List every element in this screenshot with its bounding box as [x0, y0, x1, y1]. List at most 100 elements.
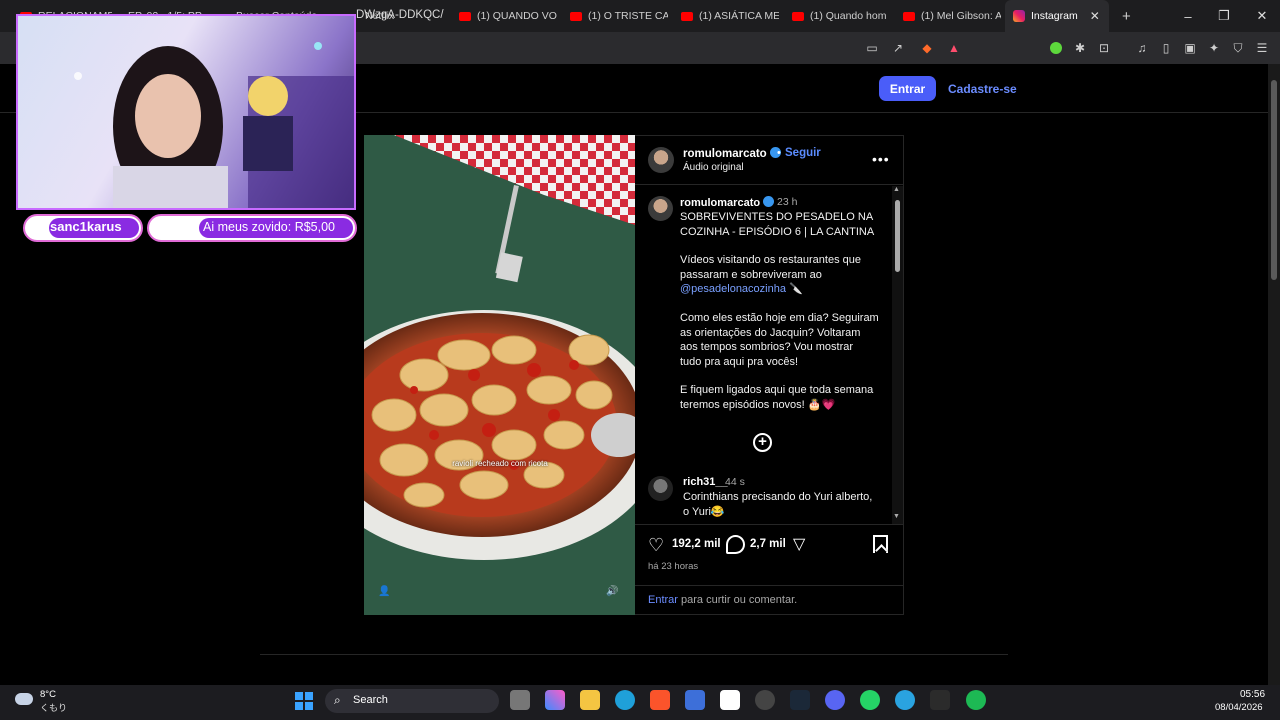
cast-icon[interactable]: ▭ — [864, 40, 880, 56]
brave-rewards-icon[interactable]: ▲ — [946, 40, 962, 56]
clock-time[interactable]: 05:56 — [1240, 689, 1265, 700]
browser-tab[interactable]: (1) Mel Gibson: A — [895, 0, 1001, 32]
taskbar-search-label: Search — [353, 694, 388, 706]
scroll-up-arrow-icon[interactable]: ▲ — [893, 186, 900, 193]
close-tab-icon[interactable]: ✕ — [1090, 9, 1100, 23]
video-caption-overlay: ravioli recheado com ricota — [452, 459, 548, 468]
stream-donation-text: Ai meus zovido: R$5,00 — [203, 220, 336, 234]
cloud-icon[interactable] — [15, 693, 33, 705]
caption-paragraph-3: E fiquem ligados aqui que toda semana te… — [680, 384, 874, 411]
actions-divider — [635, 524, 904, 525]
login-button[interactable]: Entrar — [879, 76, 936, 101]
login-prompt: Entrar para curtir ou comentar. — [648, 594, 798, 606]
youtube-icon — [570, 11, 582, 21]
bookmark-icon[interactable] — [873, 535, 888, 553]
window-close-icon[interactable]: ✕ — [1244, 0, 1280, 32]
instagram-icon — [1013, 10, 1025, 22]
login-divider — [635, 585, 904, 586]
sidebar-icon[interactable]: ▯ — [1158, 40, 1174, 56]
share-icon[interactable]: ▽ — [793, 534, 805, 554]
user-tag-icon[interactable]: 👤 — [378, 586, 392, 600]
clock-date[interactable]: 08/04/2026 — [1215, 702, 1263, 713]
vpn-status-icon[interactable] — [1048, 40, 1064, 56]
windows-start-icon[interactable] — [295, 692, 313, 710]
steam-icon[interactable] — [790, 690, 810, 710]
comments-count[interactable]: 2,7 mil — [750, 538, 786, 550]
youtube-icon — [903, 11, 915, 21]
search-icon: ⌕ — [334, 693, 341, 707]
follow-button[interactable]: Seguir — [785, 147, 821, 159]
copilot-icon[interactable] — [545, 690, 565, 710]
discord-icon[interactable] — [825, 690, 845, 710]
caption-username[interactable]: romulomarcato — [680, 196, 775, 209]
url-text[interactable]: DWzgA-DDKQC/ — [356, 9, 444, 21]
scroll-down-arrow-icon[interactable]: ▼ — [893, 513, 900, 520]
likes-count[interactable]: 192,2 mil — [672, 538, 721, 550]
vpn-icon[interactable]: ⛉ — [1230, 40, 1246, 56]
heart-icon[interactable]: ♡ — [648, 535, 664, 556]
chrome-app-icon[interactable] — [755, 690, 775, 710]
browser-tab-active[interactable]: Instagram ✕ — [1005, 0, 1109, 32]
more-options-icon[interactable]: ••• — [872, 151, 890, 167]
minimize-icon[interactable]: – — [1170, 0, 1206, 32]
weather-description[interactable]: くもり — [40, 701, 67, 714]
brave-browser-icon[interactable] — [650, 690, 670, 710]
volume-icon[interactable]: 🔊 — [606, 586, 620, 600]
stream-alert-username: sanc1karus — [50, 219, 122, 234]
comment-avatar[interactable] — [648, 476, 673, 501]
wallet-icon[interactable]: ▣ — [1182, 40, 1198, 56]
extensions-icon[interactable]: ✱ — [1072, 40, 1088, 56]
comment-username[interactable]: rich31__ — [683, 476, 728, 488]
author-username[interactable]: romulomarcato — [683, 147, 781, 160]
taskbar-search-box[interactable] — [325, 689, 499, 713]
post-video[interactable] — [364, 135, 635, 615]
youtube-icon — [792, 11, 804, 21]
microsoft-store-icon[interactable] — [685, 690, 705, 710]
telegram-icon[interactable] — [895, 690, 915, 710]
spotify-icon[interactable] — [966, 690, 986, 710]
windows-taskbar — [0, 685, 1280, 720]
caption-author-avatar[interactable] — [648, 196, 673, 221]
audio-label[interactable]: Áudio original — [683, 162, 744, 173]
music-icon[interactable]: ♫ — [1134, 40, 1150, 56]
browser-tab[interactable]: (1) ASIÁTICA ME — [673, 0, 779, 32]
share-page-icon[interactable]: ↗ — [890, 40, 906, 56]
task-view-icon[interactable] — [510, 690, 530, 710]
food-video-frame — [364, 135, 635, 615]
app-icon[interactable] — [720, 690, 740, 710]
new-tab-button[interactable]: + — [1114, 0, 1138, 32]
file-explorer-icon[interactable] — [580, 690, 600, 710]
edge-icon[interactable] — [615, 690, 635, 710]
comment-icon[interactable] — [726, 535, 745, 554]
knife-emoji: 🔪 — [789, 283, 803, 295]
brave-shield-icon[interactable]: ◆ — [919, 40, 935, 56]
footer-divider — [260, 654, 1008, 655]
youtube-icon — [681, 11, 693, 21]
comments-scroll-thumb[interactable] — [895, 200, 900, 272]
menu-icon[interactable]: ☰ — [1254, 40, 1270, 56]
browser-tab[interactable]: (1) Quando hom — [784, 0, 890, 32]
caption-time: 23 h — [777, 196, 798, 208]
youtube-icon — [459, 11, 471, 21]
comment-text: Corinthians precisando do Yuri alberto, … — [683, 491, 873, 518]
post-time: há 23 horas — [648, 561, 699, 572]
login-prompt-link[interactable]: Entrar — [648, 594, 678, 606]
comment-time: 44 s — [725, 476, 745, 488]
screenshot-icon[interactable]: ⊡ — [1096, 40, 1112, 56]
caption-paragraph-2: Como eles estão hoje em dia? Seguiram as… — [680, 312, 879, 368]
weather-temperature[interactable]: 8°C — [40, 689, 56, 700]
author-avatar[interactable] — [648, 147, 674, 173]
signup-link[interactable]: Cadastre-se — [948, 82, 1017, 96]
browser-tab[interactable]: (1) QUANDO VO — [451, 0, 557, 32]
page-scroll-thumb[interactable] — [1271, 80, 1277, 280]
maximize-icon[interactable]: ❐ — [1206, 0, 1242, 32]
mention-link[interactable]: @pesadelonacozinha — [680, 283, 786, 295]
webcam-overlay — [16, 14, 356, 210]
load-more-comments-icon[interactable]: + — [753, 433, 772, 452]
whatsapp-icon[interactable] — [860, 690, 880, 710]
browser-tab[interactable]: (1) O TRISTE CAS — [562, 0, 668, 32]
webcam-frame — [74, 42, 354, 208]
epic-games-icon[interactable] — [930, 690, 950, 710]
caption-paragraph-1: Vídeos visitando os restaurantes que pas… — [680, 254, 862, 295]
leo-ai-icon[interactable]: ✦ — [1206, 40, 1222, 56]
